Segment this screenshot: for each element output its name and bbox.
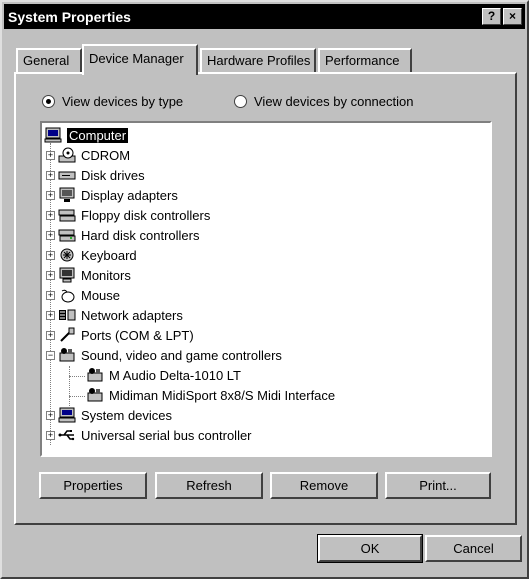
expand-icon[interactable]: +: [46, 430, 55, 440]
tree-item-label: Ports (COM & LPT): [81, 327, 194, 343]
tree-item-label: Monitors: [81, 267, 131, 283]
disk-drive-icon: [58, 167, 76, 183]
tree-item-ports[interactable]: + Ports (COM & LPT): [46, 325, 194, 345]
expand-icon[interactable]: +: [46, 410, 55, 420]
refresh-button[interactable]: Refresh: [155, 472, 263, 499]
remove-button[interactable]: Remove: [270, 472, 378, 499]
sound-device-icon: [86, 367, 104, 383]
view-by-connection-radio[interactable]: [234, 95, 247, 108]
expand-icon[interactable]: +: [46, 190, 55, 200]
tab-performance[interactable]: Performance: [318, 48, 412, 73]
view-by-type-label: View devices by type: [62, 94, 184, 109]
print-button[interactable]: Print...: [385, 472, 491, 499]
tree-item-label: Display adapters: [81, 187, 178, 203]
tree-item-system-devices[interactable]: + System devices: [46, 405, 172, 425]
tree-item-label: Keyboard: [81, 247, 137, 263]
tree-item-floppy-controllers[interactable]: + Floppy disk controllers: [46, 205, 210, 225]
tab-general[interactable]: General: [16, 48, 82, 73]
tab-hardware-profiles[interactable]: Hardware Profiles: [200, 48, 316, 73]
tree-item-label: M Audio Delta-1010 LT: [109, 367, 241, 383]
expand-icon[interactable]: +: [46, 230, 55, 240]
collapse-icon[interactable]: −: [46, 350, 55, 360]
tree-item-label: Disk drives: [81, 167, 145, 183]
title-bar[interactable]: System Properties ? ×: [4, 4, 525, 29]
view-by-type-radio[interactable]: [42, 95, 55, 108]
tree-item-label: Mouse: [81, 287, 121, 303]
keyboard-icon: [58, 247, 76, 263]
tree-item-mouse[interactable]: + Mouse: [46, 285, 120, 305]
display-adapter-icon: [58, 187, 76, 203]
tree-item-disk-drives[interactable]: + Disk drives: [46, 165, 145, 185]
tree-root[interactable]: Computer: [44, 125, 130, 145]
tree-item-sound-controllers[interactable]: − Sound, video and game controllers: [46, 345, 282, 365]
expand-icon[interactable]: +: [46, 250, 55, 260]
help-button[interactable]: ?: [482, 8, 501, 25]
mouse-icon: [58, 287, 76, 303]
expand-icon[interactable]: +: [46, 270, 55, 280]
tree-item-network-adapters[interactable]: + Network adapters: [46, 305, 183, 325]
tab-device-manager[interactable]: Device Manager: [82, 44, 198, 75]
sound-controller-icon: [58, 347, 76, 363]
monitor-icon: [58, 267, 76, 283]
view-by-connection-label: View devices by connection: [254, 94, 414, 109]
cancel-button[interactable]: Cancel: [425, 535, 522, 562]
expand-icon[interactable]: +: [46, 210, 55, 220]
tree-item-hard-disk-controllers[interactable]: + Hard disk controllers: [46, 225, 200, 245]
cdrom-icon: [58, 147, 76, 163]
expand-icon[interactable]: +: [46, 290, 55, 300]
expand-icon[interactable]: +: [46, 150, 55, 160]
expand-icon[interactable]: +: [46, 330, 55, 340]
properties-button[interactable]: Properties: [39, 472, 147, 499]
tree-item-monitors[interactable]: + Monitors: [46, 265, 131, 285]
tree-item-label: Universal serial bus controller: [81, 427, 252, 443]
device-tree[interactable]: Computer + CDROM + Disk drives + Display…: [40, 121, 492, 457]
view-by-connection-option[interactable]: View devices by connection: [234, 94, 413, 109]
computer-icon: [44, 127, 62, 143]
hard-disk-controller-icon: [58, 227, 76, 243]
floppy-controller-icon: [58, 207, 76, 223]
tree-root-label: Computer: [65, 126, 130, 144]
tree-item-midiman-midisport[interactable]: Midiman MidiSport 8x8/S Midi Interface: [86, 385, 335, 405]
usb-icon: [58, 427, 76, 443]
ok-button[interactable]: OK: [317, 534, 423, 563]
system-properties-window: System Properties ? × General Device Man…: [0, 0, 529, 579]
tree-item-label: Sound, video and game controllers: [81, 347, 282, 363]
close-button[interactable]: ×: [503, 8, 522, 25]
network-adapter-icon: [58, 307, 76, 323]
tree-item-label: Hard disk controllers: [81, 227, 200, 243]
window-title: System Properties: [8, 8, 131, 25]
expand-icon[interactable]: +: [46, 310, 55, 320]
tree-item-display-adapters[interactable]: + Display adapters: [46, 185, 178, 205]
expand-icon[interactable]: +: [46, 170, 55, 180]
tree-item-label: Midiman MidiSport 8x8/S Midi Interface: [109, 387, 336, 403]
tree-item-m-audio-delta[interactable]: M Audio Delta-1010 LT: [86, 365, 241, 385]
tree-item-label: Network adapters: [81, 307, 183, 323]
system-device-icon: [58, 407, 76, 423]
tree-item-label: CDROM: [81, 147, 131, 163]
port-icon: [58, 327, 76, 343]
tree-item-label: System devices: [81, 407, 173, 423]
tree-item-keyboard[interactable]: + Keyboard: [46, 245, 137, 265]
tree-item-label: Floppy disk controllers: [81, 207, 211, 223]
tree-item-usb-controller[interactable]: + Universal serial bus controller: [46, 425, 252, 445]
tree-item-cdrom[interactable]: + CDROM: [46, 145, 130, 165]
sound-device-icon: [86, 387, 104, 403]
view-by-type-option[interactable]: View devices by type: [42, 94, 183, 109]
